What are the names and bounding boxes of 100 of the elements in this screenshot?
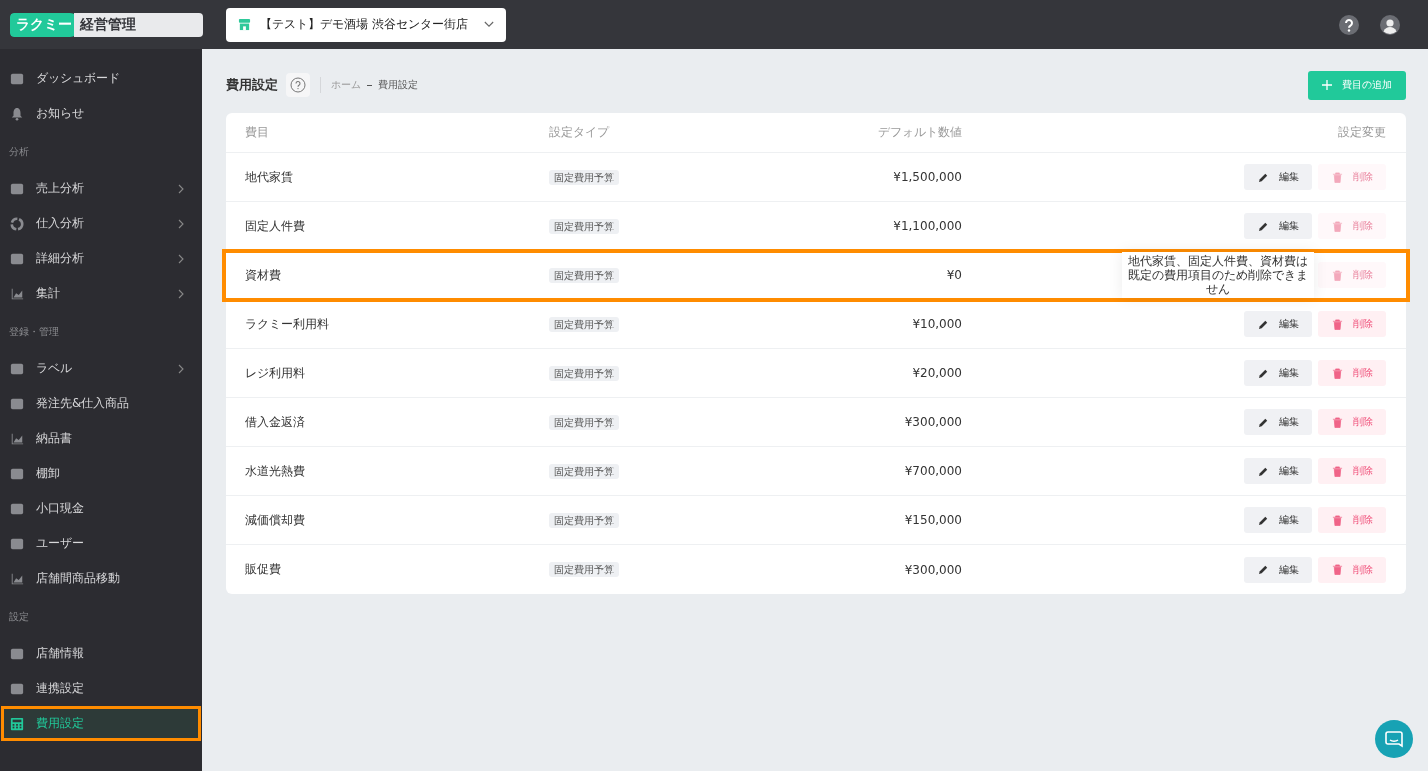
sidebar-item[interactable]: ユーザー (1, 526, 201, 561)
logo: ラクミー 経営管理 (10, 12, 203, 37)
menu-item-icon (10, 571, 24, 586)
trash-icon (1331, 318, 1343, 330)
pencil-icon (1257, 564, 1269, 575)
edit-button[interactable]: 編集 (1244, 507, 1312, 533)
menu-item-icon (10, 396, 24, 411)
table-cell-text: 地代家賃 (245, 168, 294, 186)
type-tag: 固定費用予算 (549, 267, 619, 283)
edit-button[interactable]: 編集 (1244, 311, 1312, 337)
menu-item-icon (10, 361, 24, 376)
trash-icon (1331, 564, 1343, 575)
store-selector[interactable]: 【テスト】デモ酒場 渋谷センター街店 (226, 7, 506, 42)
edit-button[interactable]: 編集 (1244, 360, 1312, 386)
type-tag: 固定費用予算 (549, 365, 619, 381)
sidebar-item[interactable]: 売上分析 (1, 171, 201, 206)
sidebar-item[interactable]: ラベル (1, 351, 201, 386)
section-heading: 登録・管理 (8, 325, 60, 339)
menu-item-icon (10, 536, 24, 551)
table-cell: ¥300,000 (904, 415, 962, 429)
column-header: デフォルト数値 (878, 125, 962, 140)
menu-item-icon (10, 251, 24, 266)
type-tag: 固定費用予算 (549, 512, 619, 528)
trash-icon (1331, 416, 1343, 428)
table-cell: ¥20,000 (912, 366, 962, 380)
edit-button[interactable]: 編集 (1244, 556, 1312, 583)
pencil-icon (1257, 367, 1269, 379)
menu-item-icon (10, 181, 24, 196)
chevron-right-icon (178, 253, 184, 264)
sidebar-item[interactable]: お知らせ (1, 96, 201, 131)
trash-icon (1331, 465, 1343, 477)
table-cell-text: ラクミー利用料 (245, 315, 330, 333)
table-cell: ¥700,000 (904, 464, 962, 478)
tooltip: 地代家賃、固定人件費、資材費は既定の費用項目のため削除できません (1122, 252, 1314, 298)
help-icon[interactable] (1339, 14, 1359, 35)
pencil-icon (1257, 220, 1269, 232)
page-title: 費用設定 (226, 76, 278, 94)
chevron-down-icon (484, 21, 494, 28)
table-cell: ¥1,500,000 (893, 170, 962, 184)
type-tag: 固定費用予算 (549, 218, 619, 234)
edit-button[interactable]: 編集 (1244, 458, 1312, 484)
table-cell-text: 借入金返済 (245, 413, 306, 431)
sidebar-item[interactable]: 小口現金 (1, 491, 201, 526)
type-tag: 固定費用予算 (549, 169, 619, 185)
pencil-icon (1257, 416, 1269, 428)
menu-item-icon (10, 71, 24, 86)
type-tag: 固定費用予算 (549, 562, 619, 577)
sidebar-item[interactable]: 納品書 (1, 421, 201, 456)
pencil-icon (1257, 318, 1269, 330)
sidebar-item[interactable]: 仕入分析 (1, 206, 201, 241)
menu-item-icon (10, 216, 24, 231)
table-cell-text: 販促費 (245, 561, 282, 578)
menu-item-icon (10, 681, 24, 696)
section-heading: 分析 (8, 145, 30, 159)
type-tag: 固定費用予算 (549, 463, 619, 479)
column-header: 設定変更 (1338, 125, 1386, 140)
pencil-icon (1257, 465, 1269, 477)
column-header: 費目 (245, 125, 270, 140)
sidebar-item[interactable]: 店舗情報 (1, 636, 201, 671)
table-cell: ¥0 (946, 268, 962, 282)
sidebar-item[interactable]: 詳細分析 (1, 241, 201, 276)
chat-button[interactable] (1375, 720, 1413, 758)
breadcrumb-current: 費用設定 (378, 78, 418, 92)
sidebar-item[interactable]: 発注先&仕入商品 (1, 386, 201, 421)
table-cell-text: 固定人件費 (245, 217, 306, 235)
sidebar-item[interactable]: 連携設定 (1, 671, 201, 706)
table-cell: ¥150,000 (904, 513, 962, 527)
type-tag: 固定費用予算 (549, 414, 619, 430)
pencil-icon (1257, 171, 1269, 183)
menu-item-icon (10, 286, 24, 301)
sidebar-item[interactable]: 費用設定 (1, 706, 201, 741)
table-cell-text: 資材費 (245, 266, 282, 284)
menu-item-icon (10, 431, 24, 446)
chevron-right-icon (178, 288, 184, 299)
menu-item-icon (10, 501, 24, 516)
table-cell-text: レジ利用料 (245, 364, 306, 382)
table-cell-text: 水道光熱費 (245, 462, 306, 480)
sidebar-item[interactable]: 集計 (1, 276, 201, 311)
type-tag: 固定費用予算 (549, 316, 619, 332)
chevron-right-icon (178, 363, 184, 374)
edit-button[interactable]: 編集 (1244, 409, 1312, 435)
edit-button[interactable]: 編集 (1244, 164, 1312, 190)
avatar-icon[interactable] (1380, 14, 1400, 35)
trash-icon (1331, 220, 1343, 232)
menu-item-icon (10, 466, 24, 481)
section-heading: 設定 (8, 610, 30, 624)
sidebar-item[interactable]: 店舗間商品移動 (1, 561, 201, 596)
sidebar-item[interactable]: 棚卸 (1, 456, 201, 491)
menu-item-icon (10, 646, 24, 661)
help-button[interactable] (286, 73, 310, 97)
edit-button[interactable]: 編集 (1244, 213, 1312, 239)
trash-icon (1331, 269, 1343, 281)
column-header: 設定タイプ (549, 125, 611, 140)
plus-icon (1322, 80, 1332, 90)
menu-item-icon (10, 106, 24, 121)
calculator-icon (10, 716, 24, 731)
store-name: 【テスト】デモ酒場 渋谷センター街店 (260, 16, 468, 33)
chat-icon (1384, 729, 1404, 749)
chevron-right-icon (178, 183, 184, 194)
sidebar-item[interactable]: ダッシュボード (1, 61, 201, 96)
